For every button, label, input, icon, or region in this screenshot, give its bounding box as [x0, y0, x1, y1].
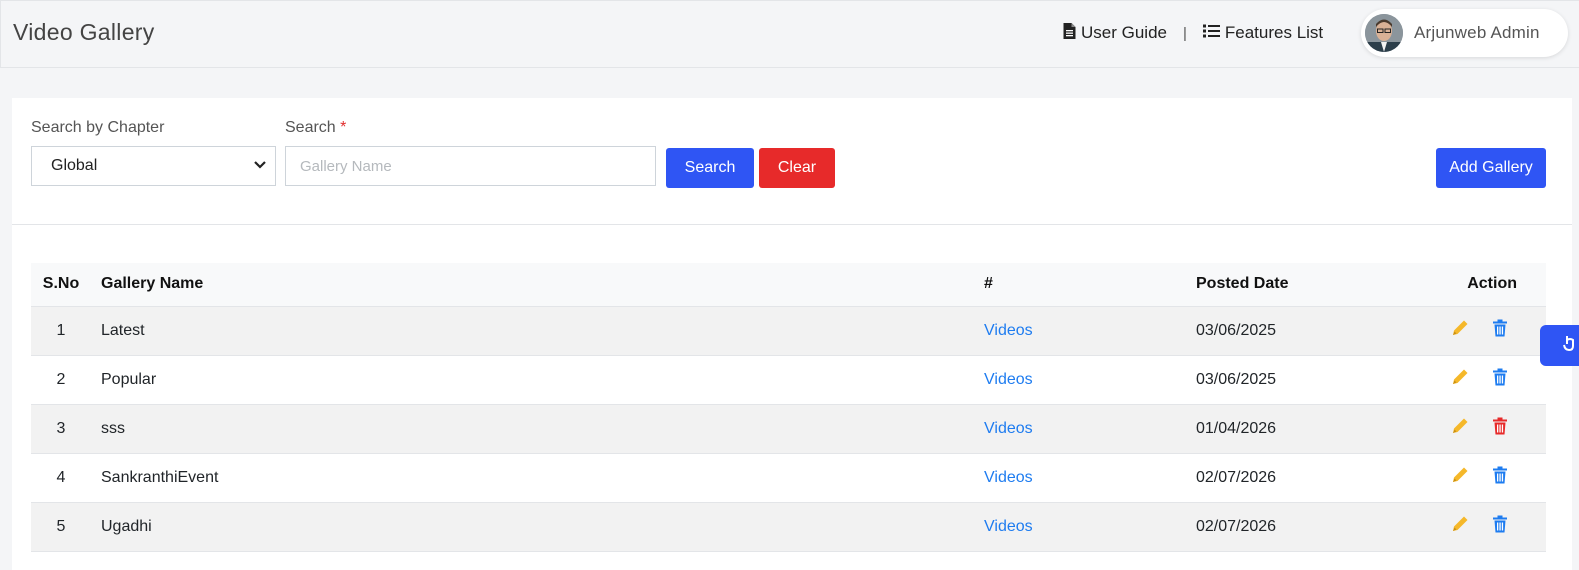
list-icon [1202, 23, 1220, 43]
page-title: Video Gallery [13, 19, 155, 45]
cell-sno: 5 [56, 517, 66, 535]
cell-gallery-name: sss [101, 419, 125, 437]
table-row: 1 Latest Videos 03/06/2025 [31, 306, 1546, 355]
cell-action [1406, 453, 1546, 502]
chevron-down-icon [253, 157, 267, 175]
cell-posted-date: 03/06/2025 [1196, 370, 1277, 388]
chapter-label: Search by Chapter [31, 119, 165, 136]
header-count: # [984, 275, 993, 293]
gallery-name-input[interactable] [285, 146, 656, 186]
table-row: 4 SankranthiEvent Videos 02/07/2026 [31, 453, 1546, 502]
filter-bar: Search by Chapter Global Search * Search… [12, 98, 1572, 225]
videos-link[interactable]: Videos [984, 469, 1033, 486]
table-body: 1 Latest Videos 03/06/2025 2 Popular Videos 03/… [31, 306, 1546, 551]
pencil-icon[interactable] [1450, 514, 1470, 534]
table-header-row: S.No Gallery Name # Posted Date Action [31, 263, 1546, 306]
features-list-label: Features List [1224, 23, 1324, 42]
user-name: Arjunweb Admin [1414, 23, 1540, 42]
pencil-icon[interactable] [1450, 465, 1470, 485]
pencil-icon[interactable] [1450, 318, 1470, 338]
pencil-icon[interactable] [1450, 416, 1470, 436]
chapter-select[interactable]: Global [31, 146, 276, 186]
gallery-table: S.No Gallery Name # Posted Date Action 1… [31, 263, 1546, 552]
trash-icon[interactable] [1492, 466, 1508, 484]
cell-gallery-name: Ugadhi [101, 517, 152, 535]
user-guide-label: User Guide [1081, 23, 1167, 42]
cell-count: Videos [984, 453, 1196, 502]
add-gallery-button[interactable]: Add Gallery [1436, 148, 1546, 188]
cell-count: Videos [984, 502, 1196, 551]
clear-button[interactable]: Clear [759, 148, 835, 188]
cell-gallery-name: SankranthiEvent [101, 468, 219, 486]
videos-link[interactable]: Videos [984, 371, 1033, 388]
trash-icon[interactable] [1492, 417, 1508, 435]
side-floating-tab[interactable] [1540, 325, 1579, 366]
cell-sno: 2 [56, 370, 66, 388]
avatar [1365, 14, 1403, 52]
cell-action [1406, 502, 1546, 551]
cell-action [1406, 404, 1546, 453]
header-action: Action [1467, 275, 1517, 293]
cell-sno: 4 [56, 468, 66, 486]
table-row: 2 Popular Videos 03/06/2025 [31, 355, 1546, 404]
cell-sno: 3 [56, 419, 66, 437]
header-posted-date: Posted Date [1196, 275, 1289, 293]
cell-posted-date: 02/07/2026 [1196, 517, 1277, 535]
hand-icon [1562, 334, 1578, 357]
required-mark: * [340, 119, 347, 136]
table-row: 5 Ugadhi Videos 02/07/2026 [31, 502, 1546, 551]
cell-count: Videos [984, 355, 1196, 404]
chapter-select-value: Global [51, 157, 98, 174]
header-separator: | [1182, 24, 1187, 42]
gallery-card: Search by Chapter Global Search * Search… [12, 98, 1572, 570]
videos-link[interactable]: Videos [984, 322, 1033, 339]
search-button[interactable]: Search [666, 148, 754, 188]
file-icon [1063, 22, 1076, 44]
trash-icon[interactable] [1492, 319, 1508, 337]
search-label: Search * [285, 119, 346, 137]
cell-gallery-name: Latest [101, 321, 145, 339]
cell-action [1406, 355, 1546, 404]
cell-posted-date: 02/07/2026 [1196, 468, 1277, 486]
videos-link[interactable]: Videos [984, 518, 1033, 535]
cell-action [1406, 306, 1546, 355]
trash-icon[interactable] [1492, 368, 1508, 386]
cell-posted-date: 01/04/2026 [1196, 419, 1277, 437]
cell-gallery-name: Popular [101, 370, 157, 388]
user-menu[interactable]: Arjunweb Admin [1361, 9, 1568, 57]
header-sno: S.No [42, 275, 80, 293]
videos-link[interactable]: Videos [984, 420, 1033, 437]
user-guide-link[interactable]: User Guide [1063, 22, 1167, 44]
pencil-icon[interactable] [1450, 367, 1470, 387]
cell-count: Videos [984, 306, 1196, 355]
top-header: Video Gallery User Guide | Features List… [0, 0, 1579, 68]
header-links: User Guide | Features List [1063, 21, 1323, 45]
trash-icon[interactable] [1492, 515, 1508, 533]
table-row: 3 sss Videos 01/04/2026 [31, 404, 1546, 453]
search-label-text: Search [285, 119, 336, 136]
features-list-link[interactable]: Features List [1202, 23, 1324, 43]
cell-posted-date: 03/06/2025 [1196, 321, 1277, 339]
cell-count: Videos [984, 404, 1196, 453]
header-gallery-name: Gallery Name [101, 275, 204, 293]
cell-sno: 1 [56, 321, 66, 339]
